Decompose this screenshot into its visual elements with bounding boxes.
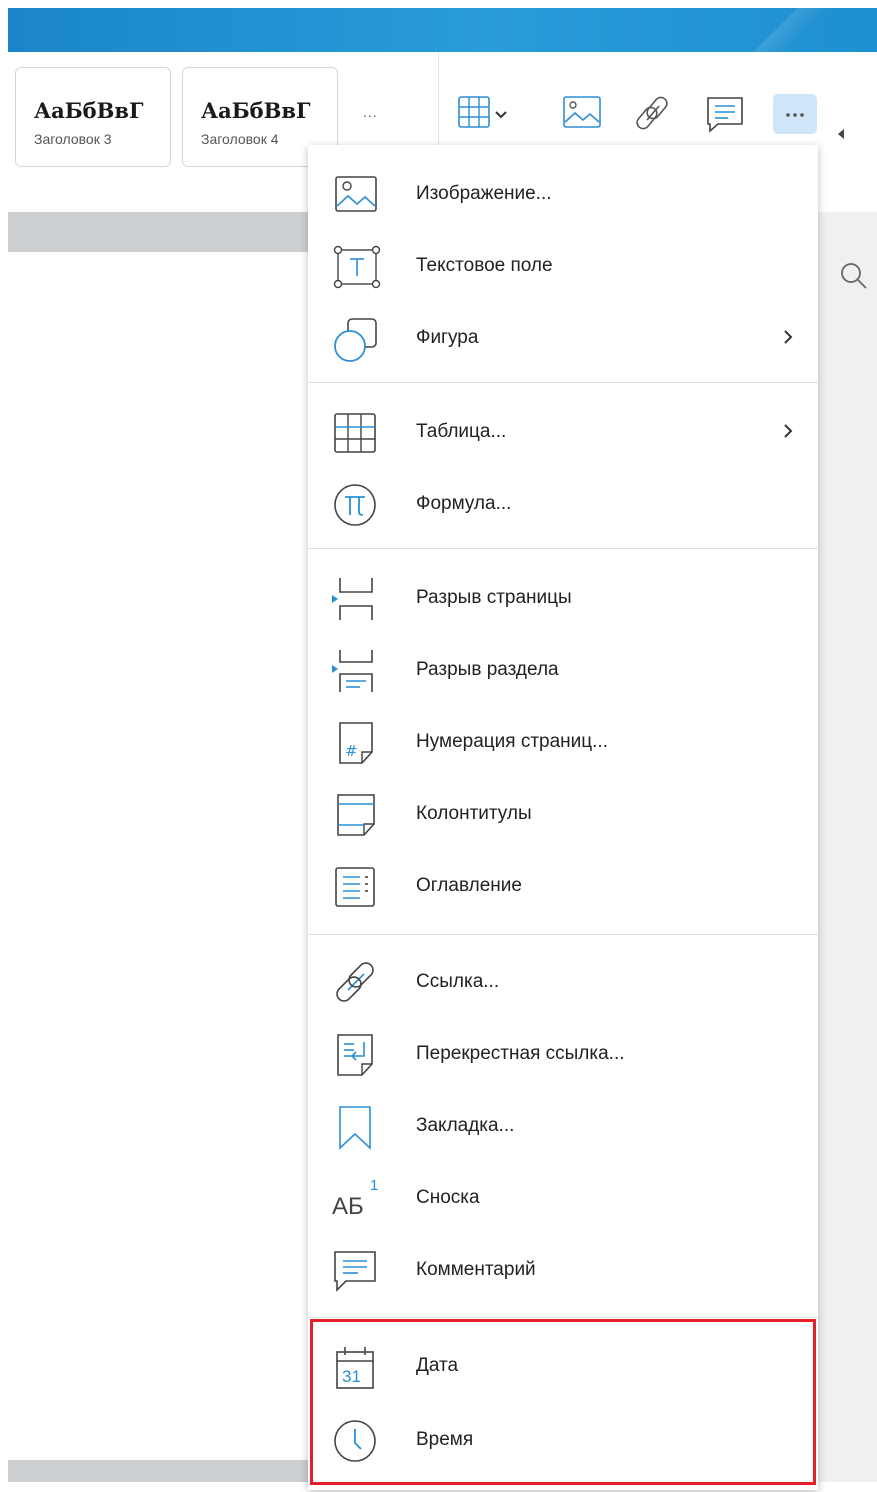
ribbon-right-area — [818, 160, 877, 212]
menu-item-comment[interactable]: Комментарий — [308, 1234, 818, 1306]
insert-image-button[interactable] — [563, 96, 603, 135]
menu-item-text-box[interactable]: Текстовое поле — [308, 230, 818, 302]
menu-item-label: Фигура — [416, 327, 479, 348]
page-break-icon — [332, 578, 373, 620]
more-icon — [773, 94, 817, 134]
page-numbering-icon: # — [339, 722, 373, 764]
style-name: Заголовок 4 — [201, 131, 279, 147]
menu-item-page-numbering[interactable]: # Нумерация страниц... — [308, 706, 818, 778]
insert-link-button[interactable] — [633, 94, 673, 137]
menu-item-label: Оглавление — [416, 875, 522, 896]
shape-icon — [334, 318, 377, 362]
menu-item-header-footer[interactable]: Колонтитулы — [308, 778, 818, 850]
menu-item-label: Сноска — [416, 1187, 480, 1208]
insert-table-button[interactable] — [458, 96, 514, 135]
menu-item-cross-reference[interactable]: Перекрестная ссылка... — [308, 1018, 818, 1090]
menu-item-label: Нумерация страниц... — [416, 731, 608, 752]
ribbon-scroll-left-icon[interactable] — [838, 126, 846, 144]
menu-item-label: Изображение... — [416, 183, 552, 204]
image-icon — [335, 176, 377, 212]
table-icon — [458, 96, 507, 128]
insert-comment-button[interactable] — [706, 96, 746, 139]
menu-item-label: Закладка... — [416, 1115, 515, 1136]
more-insert-button[interactable] — [773, 94, 817, 139]
menu-item-label: Комментарий — [416, 1259, 536, 1280]
ruler-strip — [8, 212, 308, 252]
style-sample: АаБбВвГ — [201, 98, 311, 123]
text-box-icon — [333, 245, 381, 289]
more-styles-button[interactable]: ... — [363, 104, 378, 120]
menu-item-label: Разрыв раздела — [416, 659, 559, 680]
menu-item-footnote[interactable]: АБ 1 Сноска — [308, 1162, 818, 1234]
menu-item-shape[interactable]: Фигура — [308, 302, 818, 374]
document-page[interactable] — [8, 252, 308, 1462]
insert-dropdown-menu: Изображение... Текстовое поле Фигура Таб… — [308, 145, 818, 1490]
comment-icon — [707, 97, 743, 133]
style-heading-3[interactable]: АаБбВвГ Заголовок 3 — [15, 67, 171, 167]
menu-item-table[interactable]: Таблица... — [308, 396, 818, 468]
cross-reference-icon — [337, 1034, 373, 1076]
style-name: Заголовок 3 — [34, 131, 112, 147]
menu-item-label: Текстовое поле — [416, 255, 553, 276]
menu-item-toc[interactable]: Оглавление — [308, 850, 818, 922]
menu-item-formula[interactable]: Формула... — [308, 468, 818, 540]
link-icon — [636, 96, 668, 130]
search-icon[interactable] — [840, 262, 870, 292]
menu-item-label: Колонтитулы — [416, 803, 532, 824]
comment-icon — [334, 1251, 376, 1292]
side-panel — [818, 212, 877, 1482]
menu-item-label: Таблица... — [416, 421, 507, 442]
bookmark-icon — [339, 1106, 371, 1150]
formula-icon — [334, 484, 376, 526]
svg-text:1: 1 — [370, 1177, 378, 1194]
menu-item-label: Разрыв страницы — [416, 587, 572, 608]
chevron-right-icon — [784, 330, 793, 344]
svg-text:АБ: АБ — [332, 1193, 364, 1220]
highlight-frame — [310, 1319, 816, 1485]
title-bar — [8, 8, 877, 52]
menu-divider — [308, 934, 818, 935]
link-icon — [336, 962, 374, 1002]
style-sample: АаБбВвГ — [34, 98, 144, 123]
menu-item-page-break[interactable]: Разрыв страницы — [308, 562, 818, 634]
menu-item-label: Формула... — [416, 493, 512, 514]
image-icon — [563, 96, 601, 128]
menu-item-image[interactable]: Изображение... — [308, 158, 818, 230]
table-icon — [334, 413, 376, 453]
menu-item-bookmark[interactable]: Закладка... — [308, 1090, 818, 1162]
svg-text:#: # — [345, 742, 358, 760]
footnote-icon: АБ 1 — [332, 1177, 378, 1220]
section-break-icon — [332, 650, 373, 692]
menu-divider — [308, 382, 818, 383]
header-footer-icon — [337, 794, 375, 836]
menu-item-section-break[interactable]: Разрыв раздела — [308, 634, 818, 706]
menu-item-label: Ссылка... — [416, 971, 500, 992]
menu-item-link[interactable]: Ссылка... — [308, 946, 818, 1018]
menu-divider — [308, 548, 818, 549]
menu-item-label: Перекрестная ссылка... — [416, 1043, 625, 1064]
toc-icon — [335, 867, 375, 907]
horizontal-scrollbar[interactable] — [8, 1460, 308, 1482]
chevron-right-icon — [784, 424, 793, 438]
menu-divider — [308, 1317, 818, 1318]
